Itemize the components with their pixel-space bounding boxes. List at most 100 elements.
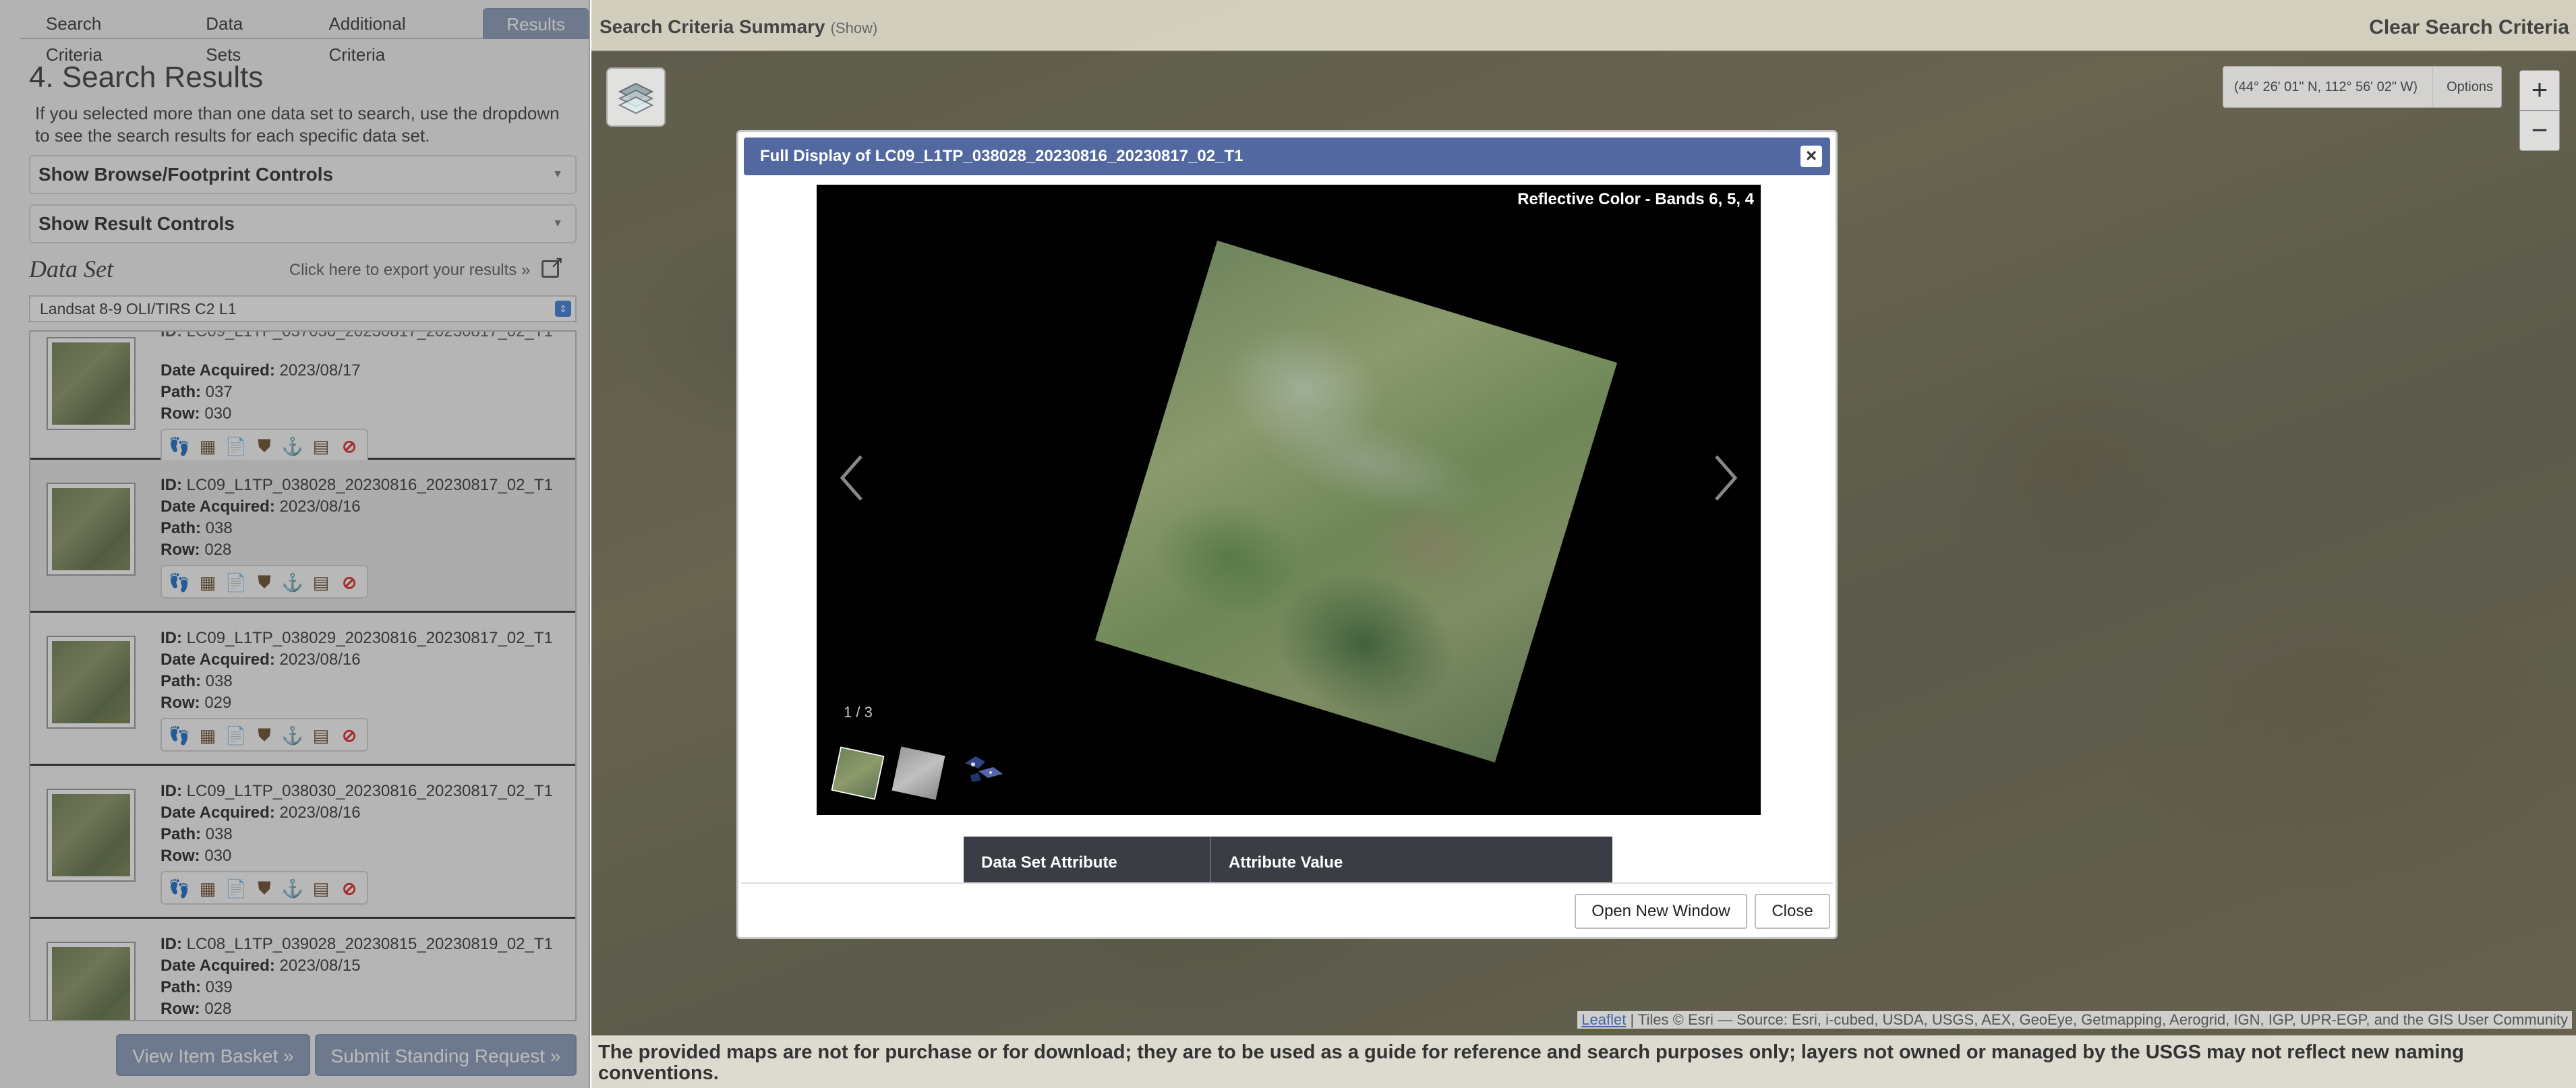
result-row: ID: LC09_L1TP_037030_20230817_20230817_0… (30, 332, 575, 462)
submit-standing-request-button[interactable]: Submit Standing Request » (315, 1034, 577, 1076)
full-display-dialog: Full Display of LC09_L1TP_038028_2023081… (736, 130, 1838, 939)
zoom-in-button[interactable]: + (2519, 70, 2560, 111)
image-thumbnail[interactable] (831, 746, 885, 800)
zoom-out-button[interactable]: − (2519, 111, 2560, 151)
bulk-download-icon[interactable]: ▤ (309, 570, 333, 595)
download-icon[interactable]: ⚓ (281, 723, 305, 748)
metadata-icon[interactable]: 📄 (224, 570, 248, 595)
leaflet-link[interactable]: Leaflet (1581, 1011, 1626, 1028)
dialog-titlebar: Full Display of LC09_L1TP_038028_2023081… (744, 138, 1830, 175)
view-item-basket-button[interactable]: View Item Basket » (116, 1034, 310, 1076)
result-id: ID: LC09_L1TP_038029_20230816_20230817_0… (160, 629, 553, 647)
close-icon[interactable]: × (1801, 146, 1822, 167)
browse-thumbnail[interactable] (47, 789, 136, 882)
footprint-icon[interactable]: 👣 (167, 570, 192, 595)
browse-thumbnail[interactable] (47, 337, 136, 430)
select-arrows-icon: ⇕ (555, 301, 571, 317)
exclude-icon[interactable]: ⊘ (337, 723, 361, 748)
result-row-number: Row: 028 (160, 541, 232, 559)
result-path: Path: 038 (160, 825, 233, 843)
image-counter: 1 / 3 (844, 704, 873, 721)
result-row-number: Row: 028 (160, 1000, 232, 1018)
browse-overlay-icon[interactable]: ▦ (196, 434, 220, 458)
image-thumbnail[interactable] (891, 746, 945, 800)
compare-icon[interactable]: ⛊ (252, 876, 276, 901)
tab-additional-criteria[interactable]: Additional Criteria (303, 8, 484, 65)
dialog-title: Full Display of LC09_L1TP_038028_2023081… (760, 147, 1243, 165)
layers-button[interactable] (606, 67, 666, 127)
metadata-icon[interactable]: 📄 (224, 876, 248, 901)
result-row: ID: LC09_L1TP_038030_20230816_20230817_0… (30, 766, 575, 919)
compare-icon[interactable]: ⛊ (252, 723, 276, 748)
landsat-browse-image (1094, 240, 1618, 763)
result-date: Date Acquired: 2023/08/16 (160, 804, 361, 822)
result-row: ID: LC08_L1TP_039028_20230815_20230819_0… (30, 919, 575, 1020)
dialog-footer: Open New Window Close (741, 882, 1833, 936)
download-icon[interactable]: ⚓ (281, 876, 305, 901)
chevron-right-icon[interactable] (1708, 451, 1742, 505)
chevron-down-icon: ▼ (552, 218, 563, 229)
bulk-download-icon[interactable]: ▤ (309, 723, 333, 748)
result-actions: 👣 ▦ 📄 ⛊ ⚓ ▤ ⊘ (160, 871, 368, 905)
search-criteria-summary-title: Search Criteria Summary (Show) (599, 16, 878, 37)
exclude-icon[interactable]: ⊘ (337, 570, 361, 595)
browse-thumbnail[interactable] (47, 942, 136, 1020)
result-path: Path: 038 (160, 672, 233, 690)
browse-footprint-controls-toggle[interactable]: Show Browse/Footprint Controls ▼ (29, 155, 577, 194)
search-criteria-summary-bar: Search Criteria Summary (Show) Clear Sear… (591, 0, 2576, 51)
result-path: Path: 039 (160, 978, 233, 996)
browse-thumbnail[interactable] (47, 483, 136, 576)
exclude-icon[interactable]: ⊘ (337, 434, 361, 458)
footprint-icon[interactable]: 👣 (167, 876, 192, 901)
browse-overlay-icon[interactable]: ▦ (196, 570, 220, 595)
result-info: ID: LC08_L1TP_039028_20230815_20230819_0… (160, 934, 553, 1020)
clear-search-criteria-link[interactable]: Clear Search Criteria (2369, 16, 2569, 39)
browse-image-viewer: Reflective Color - Bands 6, 5, 4 1 / 3 (817, 185, 1761, 815)
browse-footprint-controls-label: Show Browse/Footprint Controls (38, 164, 334, 185)
result-date: Date Acquired: 2023/08/15 (160, 957, 361, 975)
layers-icon (618, 82, 654, 115)
open-new-window-button[interactable]: Open New Window (1575, 894, 1747, 929)
metadata-icon[interactable]: 📄 (224, 434, 248, 458)
bulk-download-icon[interactable]: ▤ (309, 434, 333, 458)
image-thumbnail[interactable] (958, 748, 1008, 798)
exclude-icon[interactable]: ⊘ (337, 876, 361, 901)
browse-overlay-icon[interactable]: ▦ (196, 723, 220, 748)
bulk-download-icon[interactable]: ▤ (309, 876, 333, 901)
result-path: Path: 037 (160, 383, 233, 401)
footprint-icon[interactable]: 👣 (167, 723, 192, 748)
result-row: ID: LC09_L1TP_038028_20230816_20230817_0… (30, 460, 575, 613)
metadata-icon[interactable]: 📄 (224, 723, 248, 748)
map-attribution: Leaflet | Tiles © Esri — Source: Esri, i… (1577, 1011, 2572, 1029)
tab-results[interactable]: Results (483, 8, 589, 39)
result-row-number: Row: 030 (160, 847, 232, 865)
download-icon[interactable]: ⚓ (281, 570, 305, 595)
data-set-selected-value: Landsat 8-9 OLI/TIRS C2 L1 (40, 300, 237, 318)
export-results-link[interactable]: Click here to export your results » (289, 253, 564, 280)
result-list[interactable]: ID: LC09_L1TP_037030_20230817_20230817_0… (29, 330, 577, 1021)
compare-icon[interactable]: ⛊ (252, 570, 276, 595)
result-date: Date Acquired: 2023/08/17 (160, 361, 361, 380)
search-tabs: Search Criteria Data Sets Additional Cri… (20, 8, 589, 65)
attribution-text: | Tiles © Esri — Source: Esri, i-cubed, … (1630, 1011, 2568, 1028)
result-actions: 👣 ▦ 📄 ⛊ ⚓ ▤ ⊘ (160, 429, 368, 462)
summary-show-link[interactable]: (Show) (831, 20, 878, 36)
data-set-select[interactable]: Landsat 8-9 OLI/TIRS C2 L1 ⇕ (29, 295, 577, 322)
compare-icon[interactable]: ⛊ (252, 434, 276, 458)
tab-data-sets[interactable]: Data Sets (180, 8, 303, 65)
result-actions: 👣 ▦ 📄 ⛊ ⚓ ▤ ⊘ (160, 565, 368, 599)
browse-overlay-icon[interactable]: ▦ (196, 876, 220, 901)
result-info: ID: LC09_L1TP_038029_20230816_20230817_0… (160, 628, 553, 714)
footprint-icon[interactable]: 👣 (167, 434, 192, 458)
chevron-left-icon[interactable] (836, 451, 869, 505)
data-set-label: Data Set (29, 255, 113, 282)
browse-thumbnail[interactable] (47, 636, 136, 729)
close-button[interactable]: Close (1755, 894, 1830, 929)
download-icon[interactable]: ⚓ (281, 434, 305, 458)
result-date: Date Acquired: 2023/08/16 (160, 497, 361, 516)
tab-search-criteria[interactable]: Search Criteria (20, 8, 181, 65)
cursor-coordinates: (44° 26' 01" N, 112° 56' 02" W) (2234, 80, 2418, 94)
result-controls-toggle[interactable]: Show Result Controls ▼ (29, 204, 577, 243)
map-options-button[interactable]: Options (2432, 67, 2493, 107)
result-info: ID: LC09_L1TP_037030_20230817_20230817_0… (160, 338, 553, 425)
